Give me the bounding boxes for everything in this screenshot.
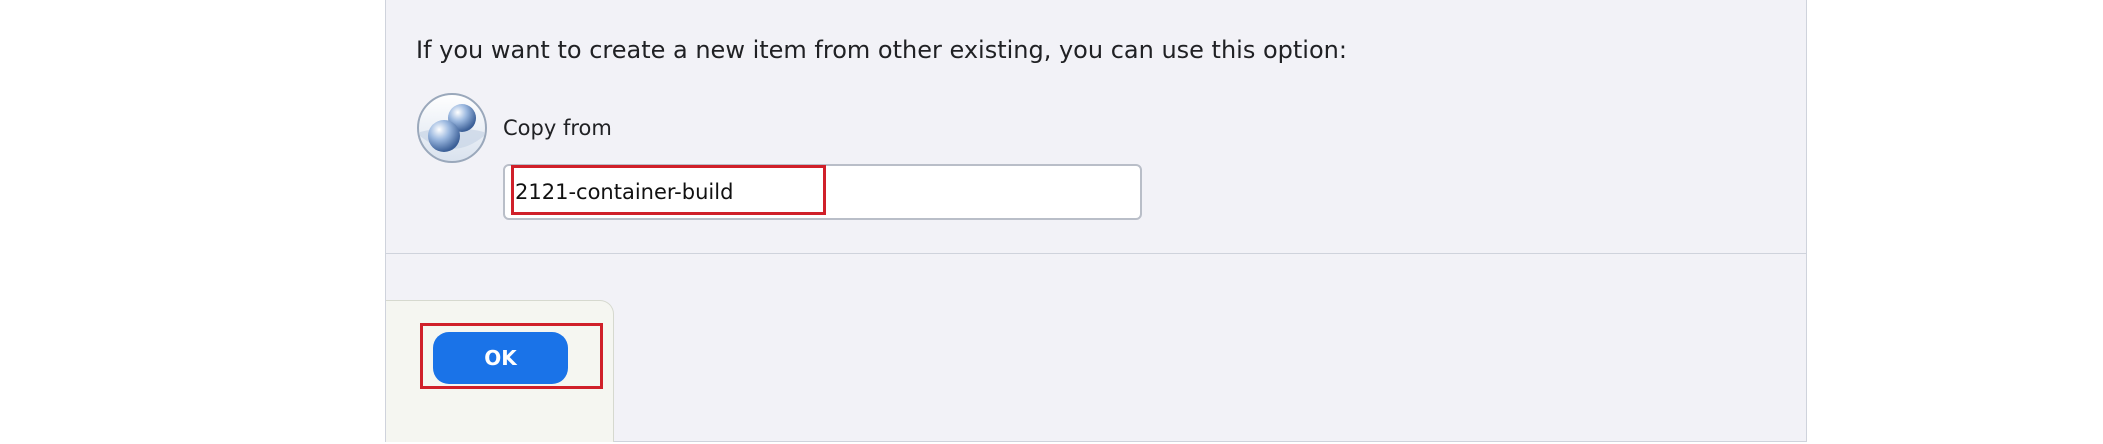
ok-button[interactable]: OK xyxy=(433,332,568,384)
copy-option-instruction: If you want to create a new item from ot… xyxy=(416,36,1347,64)
copy-from-label: Copy from xyxy=(503,116,612,140)
section-divider xyxy=(386,253,1806,254)
copy-item-panel: If you want to create a new item from ot… xyxy=(385,0,1807,442)
copy-from-input[interactable] xyxy=(503,164,1142,220)
copy-spheres-icon xyxy=(417,93,487,163)
